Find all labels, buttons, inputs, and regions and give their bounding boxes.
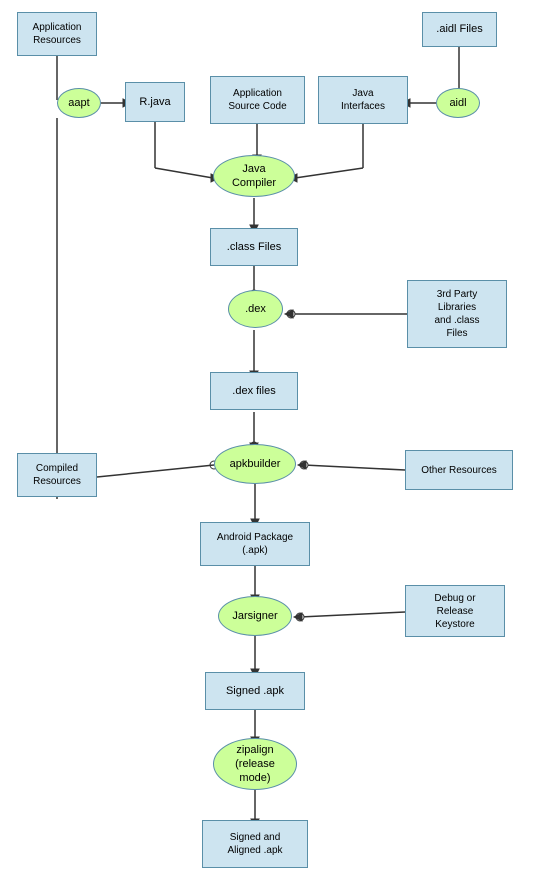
aidl-files-box: .aidl Files: [422, 12, 497, 47]
keystore-box: Debug or Release Keystore: [405, 585, 505, 637]
java-interfaces-label: Java Interfaces: [341, 87, 385, 113]
aidl-ellipse: aidl: [436, 88, 480, 118]
dex-label: .dex: [245, 302, 266, 316]
rjava-box: R.java: [125, 82, 185, 122]
java-compiler-ellipse: Java Compiler: [213, 155, 295, 197]
signed-aligned-box: Signed and Aligned .apk: [202, 820, 308, 868]
aidl-files-label: .aidl Files: [436, 22, 482, 36]
zipalign-label: zipalign (release mode): [235, 743, 275, 786]
dex-files-box: .dex files: [210, 372, 298, 410]
compiled-res-box: Compiled Resources: [17, 453, 97, 497]
class-files-box: .class Files: [210, 228, 298, 266]
signed-aligned-label: Signed and Aligned .apk: [227, 831, 282, 857]
android-pkg-box: Android Package (.apk): [200, 522, 310, 566]
other-res-box: Other Resources: [405, 450, 513, 490]
app-source-label: Application Source Code: [228, 87, 286, 113]
jarsigner-ellipse: Jarsigner: [218, 596, 292, 636]
keystore-label: Debug or Release Keystore: [434, 592, 475, 631]
third-party-box: 3rd Party Libraries and .class Files: [407, 280, 507, 348]
compiled-res-label: Compiled Resources: [33, 462, 81, 488]
class-files-label: .class Files: [227, 240, 281, 254]
java-compiler-label: Java Compiler: [232, 162, 276, 191]
signed-apk-box: Signed .apk: [205, 672, 305, 710]
zipalign-ellipse: zipalign (release mode): [213, 738, 297, 790]
apkbuilder-label: apkbuilder: [230, 457, 281, 471]
app-source-box: Application Source Code: [210, 76, 305, 124]
app-resources-box: Application Resources: [17, 12, 97, 56]
rjava-label: R.java: [139, 95, 170, 109]
aapt-ellipse: aapt: [57, 88, 101, 118]
java-interfaces-box: Java Interfaces: [318, 76, 408, 124]
dex-files-label: .dex files: [232, 384, 275, 398]
dex-ellipse: .dex: [228, 290, 283, 328]
signed-apk-label: Signed .apk: [226, 684, 284, 698]
android-pkg-label: Android Package (.apk): [217, 531, 293, 557]
third-party-label: 3rd Party Libraries and .class Files: [434, 288, 479, 340]
jarsigner-label: Jarsigner: [232, 609, 277, 623]
other-res-label: Other Resources: [421, 464, 497, 477]
build-diagram: Application Resources .aidl Files aapt R…: [0, 0, 536, 882]
aapt-label: aapt: [68, 96, 89, 110]
apkbuilder-ellipse: apkbuilder: [214, 444, 296, 484]
app-resources-label: Application Resources: [33, 21, 82, 47]
aidl-label: aidl: [449, 96, 466, 110]
